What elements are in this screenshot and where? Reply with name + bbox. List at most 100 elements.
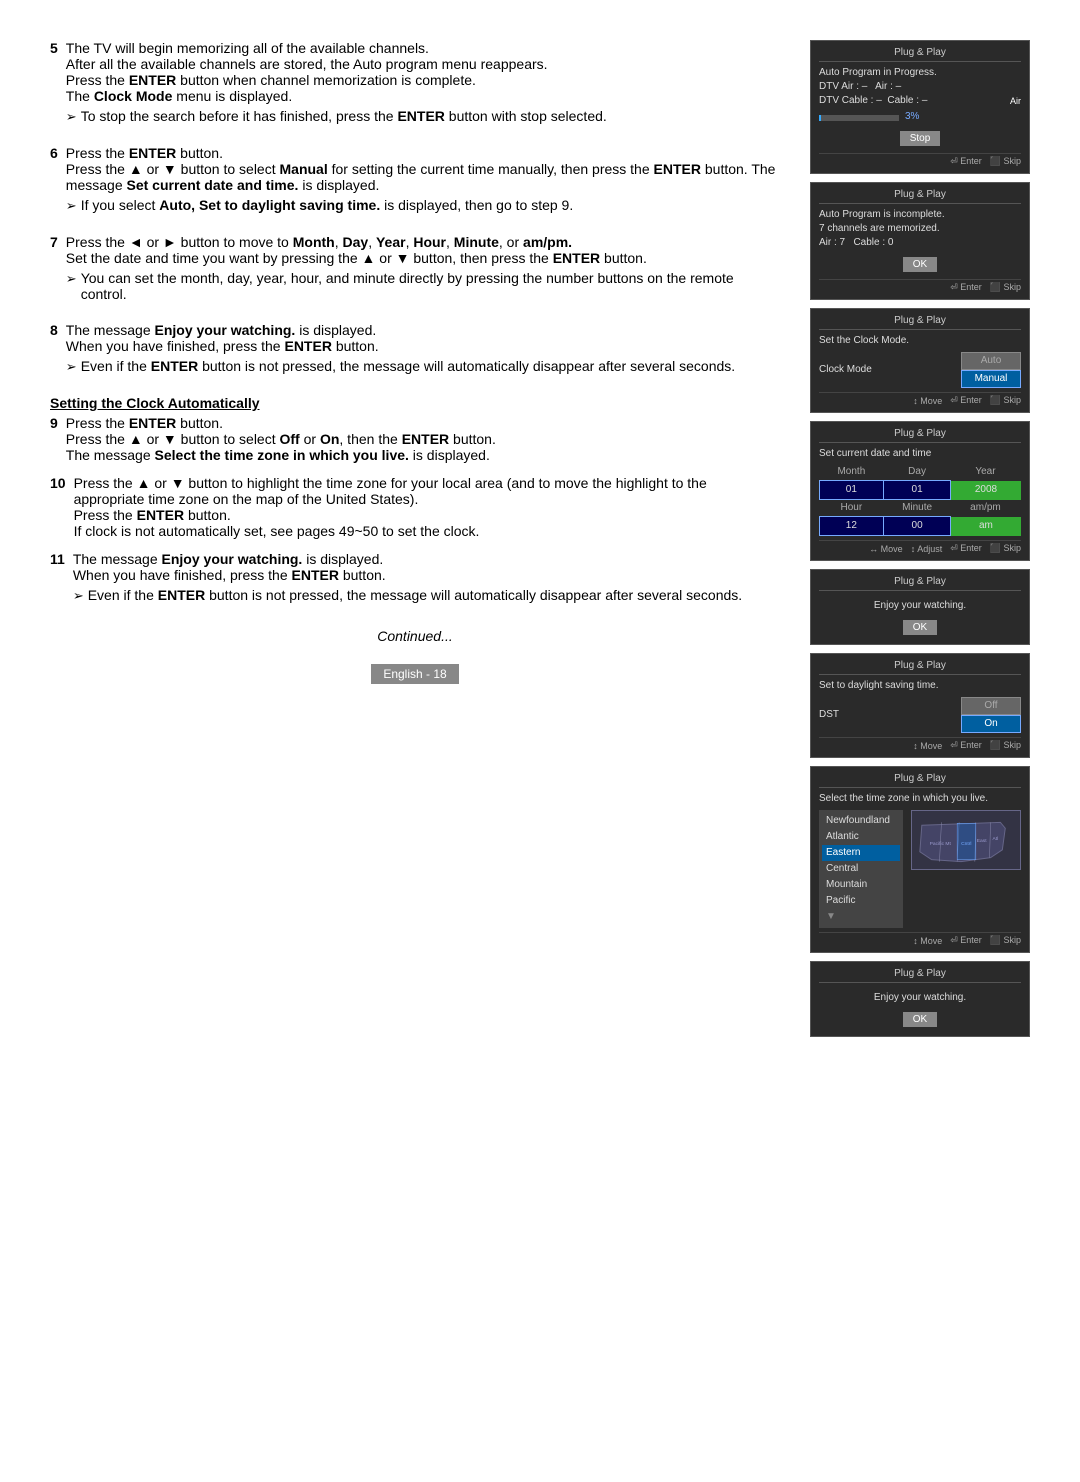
- dst-off: Off: [961, 697, 1021, 715]
- setting-clock-section: Setting the Clock Automatically 9 Press …: [50, 395, 780, 608]
- ui-boxes-column: Plug & Play Auto Program in Progress. DT…: [810, 40, 1030, 1037]
- ui-box3-title: Plug & Play: [819, 315, 1021, 330]
- year-header: Year: [951, 464, 1021, 481]
- step-11: 11 The message Enjoy your watching. is d…: [50, 551, 780, 608]
- enter-label-4: ⏎ Enter: [950, 543, 982, 554]
- enter-label-1: ⏎ Enter: [950, 156, 982, 167]
- date-time-table: Month Day Year 01 01 2008 Hour: [819, 464, 1021, 536]
- step11-arrow: ➢ Even if the ENTER button is not presse…: [73, 587, 742, 604]
- ok-button-2[interactable]: OK: [903, 257, 937, 272]
- step10-line3: If clock is not automatically set, see p…: [74, 523, 780, 539]
- progress-bar: [819, 115, 899, 121]
- step-num-11: 11: [50, 551, 65, 608]
- enter-label-6: ⏎ Enter: [950, 740, 982, 751]
- dst-row: DST Off On: [819, 697, 1021, 733]
- hour-val: 12: [820, 517, 884, 536]
- tz-newfoundland: Newfoundland: [822, 813, 900, 829]
- ui-box5-content: Enjoy your watching. OK: [819, 595, 1021, 638]
- step-8: 8 The message Enjoy your watching. is di…: [50, 322, 780, 379]
- ui-box-1: Plug & Play Auto Program in Progress. DT…: [810, 40, 1030, 174]
- svg-text:East: East: [977, 838, 987, 844]
- ui-box-3: Plug & Play Set the Clock Mode. Clock Mo…: [810, 308, 1030, 413]
- ui-box3-content: Set the Clock Mode. Clock Mode Auto Manu…: [819, 334, 1021, 388]
- tz-atlantic: Atlantic: [822, 829, 900, 845]
- dst-on: On: [961, 715, 1021, 733]
- step-num-8: 8: [50, 322, 58, 379]
- ui-box-8: Plug & Play Enjoy your watching. OK: [810, 961, 1030, 1037]
- step8-line1: The message Enjoy your watching. is disp…: [66, 322, 735, 338]
- section-title-clock: Setting the Clock Automatically: [50, 395, 780, 411]
- step8-arrow: ➢ Even if the ENTER button is not presse…: [66, 358, 735, 375]
- ui-box8-title: Plug & Play: [819, 968, 1021, 983]
- step11-line1: The message Enjoy your watching. is disp…: [73, 551, 742, 567]
- minute-header: Minute: [883, 500, 951, 517]
- step5-line1: The TV will begin memorizing all of the …: [66, 40, 607, 56]
- skip-label-7: ⬛ Skip: [990, 935, 1021, 946]
- ui-box5-title: Plug & Play: [819, 576, 1021, 591]
- ui-box-6: Plug & Play Set to daylight saving time.…: [810, 653, 1030, 758]
- step-num-6: 6: [50, 145, 58, 218]
- day-val: 01: [883, 481, 951, 500]
- clock-mode-auto: Auto: [961, 352, 1021, 370]
- clock-mode-manual: Manual: [961, 370, 1021, 388]
- step8-line2: When you have finished, press the ENTER …: [66, 338, 735, 354]
- ui-box3-footer: ↕ Move ⏎ Enter ⬛ Skip: [819, 392, 1021, 406]
- step11-line2: When you have finished, press the ENTER …: [73, 567, 742, 583]
- ui-box2-footer: ⏎ Enter ⬛ Skip: [819, 279, 1021, 293]
- day-header: Day: [883, 464, 951, 481]
- step10-line2: Press the ENTER button.: [74, 507, 780, 523]
- svg-text:Cntrl: Cntrl: [961, 841, 971, 847]
- ui-box-5: Plug & Play Enjoy your watching. OK: [810, 569, 1030, 645]
- tz-pacific: Pacific: [822, 893, 900, 909]
- ui-box6-footer: ↕ Move ⏎ Enter ⬛ Skip: [819, 737, 1021, 751]
- skip-label-3: ⬛ Skip: [990, 395, 1021, 406]
- ui-box1-title: Plug & Play: [819, 47, 1021, 62]
- ui-box4-footer: ↔ Move ↕ Adjust ⏎ Enter ⬛ Skip: [819, 540, 1021, 554]
- step-7: 7 Press the ◄ or ► button to move to Mon…: [50, 234, 780, 306]
- step-6: 6 Press the ENTER button. Press the ▲ or…: [50, 145, 780, 218]
- continued-label: Continued...: [50, 628, 780, 644]
- year-val: 2008: [951, 481, 1021, 500]
- step10-line1: Press the ▲ or ▼ button to highlight the…: [74, 475, 780, 507]
- ui-box-4: Plug & Play Set current date and time Mo…: [810, 421, 1030, 561]
- move-label-7: ↕ Move: [913, 935, 942, 946]
- step7-line1: Press the ◄ or ► button to move to Month…: [66, 234, 780, 250]
- tz-mountain: Mountain: [822, 877, 900, 893]
- page-footer: English - 18: [50, 664, 780, 684]
- step6-arrow: ➢ If you select Auto, Set to daylight sa…: [66, 197, 780, 214]
- step-10: 10 Press the ▲ or ▼ button to highlight …: [50, 475, 780, 539]
- ui-box6-content: Set to daylight saving time. DST Off On: [819, 679, 1021, 733]
- ui-box-2: Plug & Play Auto Program is incomplete. …: [810, 182, 1030, 300]
- step-num-5: 5: [50, 40, 58, 129]
- enter-label-3: ⏎ Enter: [950, 395, 982, 406]
- month-val: 01: [820, 481, 884, 500]
- skip-label-1: ⬛ Skip: [990, 156, 1021, 167]
- step5-line3: Press the ENTER button when channel memo…: [66, 72, 607, 88]
- adjust-label-4: ↕ Adjust: [911, 543, 943, 554]
- ui-box4-title: Plug & Play: [819, 428, 1021, 443]
- progress-bar-fill: [819, 115, 821, 121]
- ui-box7-footer: ↕ Move ⏎ Enter ⬛ Skip: [819, 932, 1021, 946]
- hour-header: Hour: [820, 500, 884, 517]
- clock-mode-row: Clock Mode Auto Manual: [819, 352, 1021, 388]
- minute-val: 00: [883, 517, 951, 536]
- tz-eastern: Eastern: [822, 845, 900, 861]
- move-label-4: ↔ Move: [869, 543, 903, 554]
- step-5: 5 The TV will begin memorizing all of th…: [50, 40, 780, 129]
- tz-central: Central: [822, 861, 900, 877]
- ok-button-5[interactable]: OK: [903, 620, 937, 635]
- ui-box7-title: Plug & Play: [819, 773, 1021, 788]
- svg-text:Pacific: Pacific: [930, 841, 945, 847]
- step6-line2: Press the ▲ or ▼ button to select Manual…: [66, 161, 780, 193]
- stop-button[interactable]: Stop: [900, 131, 941, 146]
- tz-scroll: ▼: [822, 909, 900, 925]
- step9-line2: Press the ▲ or ▼ button to select Off or…: [66, 431, 496, 447]
- ui-box8-content: Enjoy your watching. OK: [819, 987, 1021, 1030]
- ui-box1-content: Auto Program in Progress. DTV Air : – Ai…: [819, 66, 1021, 149]
- ok-button-8[interactable]: OK: [903, 1012, 937, 1027]
- month-header: Month: [820, 464, 884, 481]
- ampm-header: am/pm: [951, 500, 1021, 517]
- enter-label-7: ⏎ Enter: [950, 935, 982, 946]
- ui-box1-footer: ⏎ Enter ⬛ Skip: [819, 153, 1021, 167]
- svg-text:Mt: Mt: [945, 841, 951, 847]
